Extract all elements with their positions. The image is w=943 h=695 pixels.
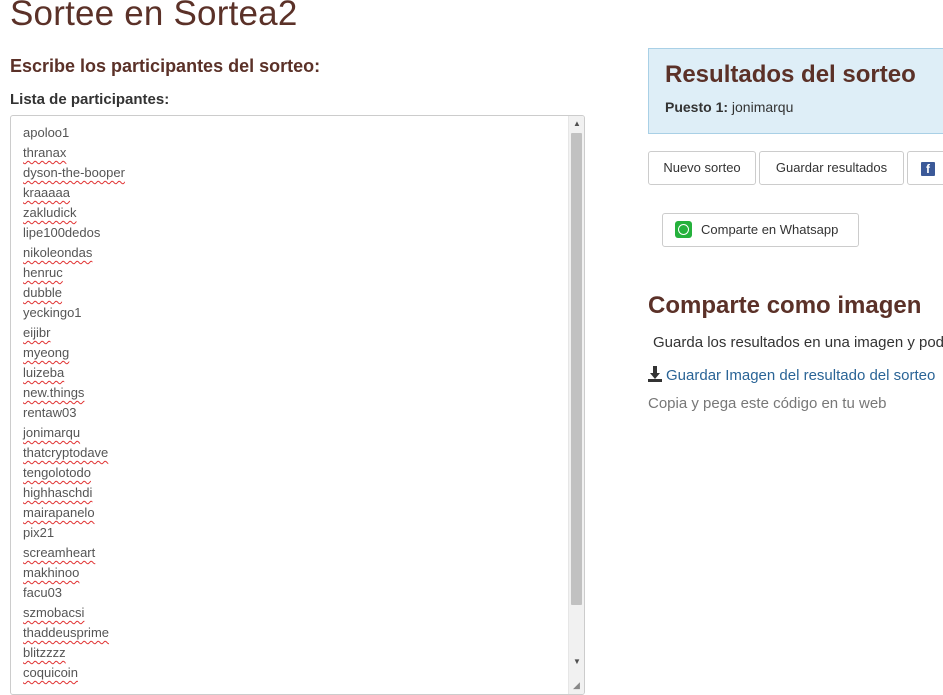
- participants-subtitle: Escribe los participantes del sorteo:: [10, 56, 321, 76]
- participant-item: facu03: [23, 585, 63, 600]
- participants-textarea[interactable]: apoloo1 thranax dyson-the-booper kraaaaa zak…: [10, 115, 585, 695]
- participant-item: mairapanelo: [23, 505, 95, 520]
- participant-item: new.things: [23, 385, 85, 400]
- scroll-thumb[interactable]: [571, 133, 582, 605]
- participant-item: myeong: [23, 345, 70, 360]
- participant-item: pix21: [23, 525, 55, 540]
- participant-item: jonimarqu: [23, 425, 81, 440]
- save-results-button[interactable]: Guardar resultados: [759, 151, 904, 185]
- participants-list-label: Lista de participantes:: [10, 91, 170, 108]
- facebook-share-button[interactable]: f: [907, 151, 943, 185]
- participant-item: kraaaaa: [23, 185, 70, 200]
- facebook-icon: f: [921, 161, 935, 176]
- whatsapp-icon: [675, 221, 692, 238]
- share-image-description: Guarda los resultados en una imagen y po…: [653, 334, 943, 351]
- download-icon: [648, 366, 662, 382]
- participant-item: coquicoin: [23, 665, 78, 680]
- participant-item: rentaw03: [23, 405, 77, 420]
- participant-item: screamheart: [23, 545, 96, 560]
- participant-item: tengolotodo: [23, 465, 91, 480]
- participant-item: makhinoo: [23, 565, 80, 580]
- participant-item: dyson-the-booper: [23, 165, 125, 180]
- participant-item: nikoleondas: [23, 245, 93, 260]
- participant-item: lipe100dedos: [23, 225, 101, 240]
- whatsapp-share-button[interactable]: Comparte en Whatsapp: [662, 213, 859, 247]
- embed-code-label: Copia y pega este código en tu web: [648, 395, 887, 412]
- participant-item: dubble: [23, 285, 63, 300]
- result-position-label: Puesto 1:: [665, 99, 729, 115]
- scroll-down-arrow-icon[interactable]: ▼: [569, 654, 584, 670]
- download-image-link[interactable]: Guardar Imagen del resultado del sorteo: [648, 366, 935, 384]
- participant-item: thranax: [23, 145, 67, 160]
- result-winner: jonimarqu: [731, 99, 794, 115]
- participant-item: eijibr: [23, 325, 51, 340]
- participant-item: thaddeusprime: [23, 625, 109, 640]
- participants-list: apoloo1 thranax dyson-the-booper kraaaaa zak…: [23, 124, 125, 684]
- participant-item: zakludick: [23, 205, 77, 220]
- download-image-label[interactable]: Guardar Imagen del resultado del sorteo: [666, 367, 935, 384]
- resize-grip-icon[interactable]: ◢: [573, 680, 583, 690]
- participant-item: blitzzzz: [23, 645, 66, 660]
- page-title: Sortee en Sortea2: [10, 0, 298, 33]
- textarea-scrollbar[interactable]: ▲ ▼: [568, 116, 584, 694]
- participant-item: yeckingo1: [23, 305, 82, 320]
- participant-item: thatcryptodave: [23, 445, 109, 460]
- results-title: Resultados del sorteo: [665, 61, 916, 88]
- new-draw-button[interactable]: Nuevo sorteo: [648, 151, 756, 185]
- share-image-title: Comparte como imagen: [648, 292, 922, 319]
- participant-item: luizeba: [23, 365, 65, 380]
- participant-item: apoloo1: [23, 125, 70, 140]
- participant-item: henruc: [23, 265, 63, 280]
- whatsapp-share-label: Comparte en Whatsapp: [701, 222, 839, 237]
- scroll-up-arrow-icon[interactable]: ▲: [569, 116, 584, 132]
- result-position-1: Puesto 1: jonimarqu: [665, 99, 793, 115]
- results-panel: Resultados del sorteo Puesto 1: jonimarq…: [648, 48, 943, 134]
- participant-item: highhaschdi: [23, 485, 93, 500]
- participant-item: szmobacsi: [23, 605, 85, 620]
